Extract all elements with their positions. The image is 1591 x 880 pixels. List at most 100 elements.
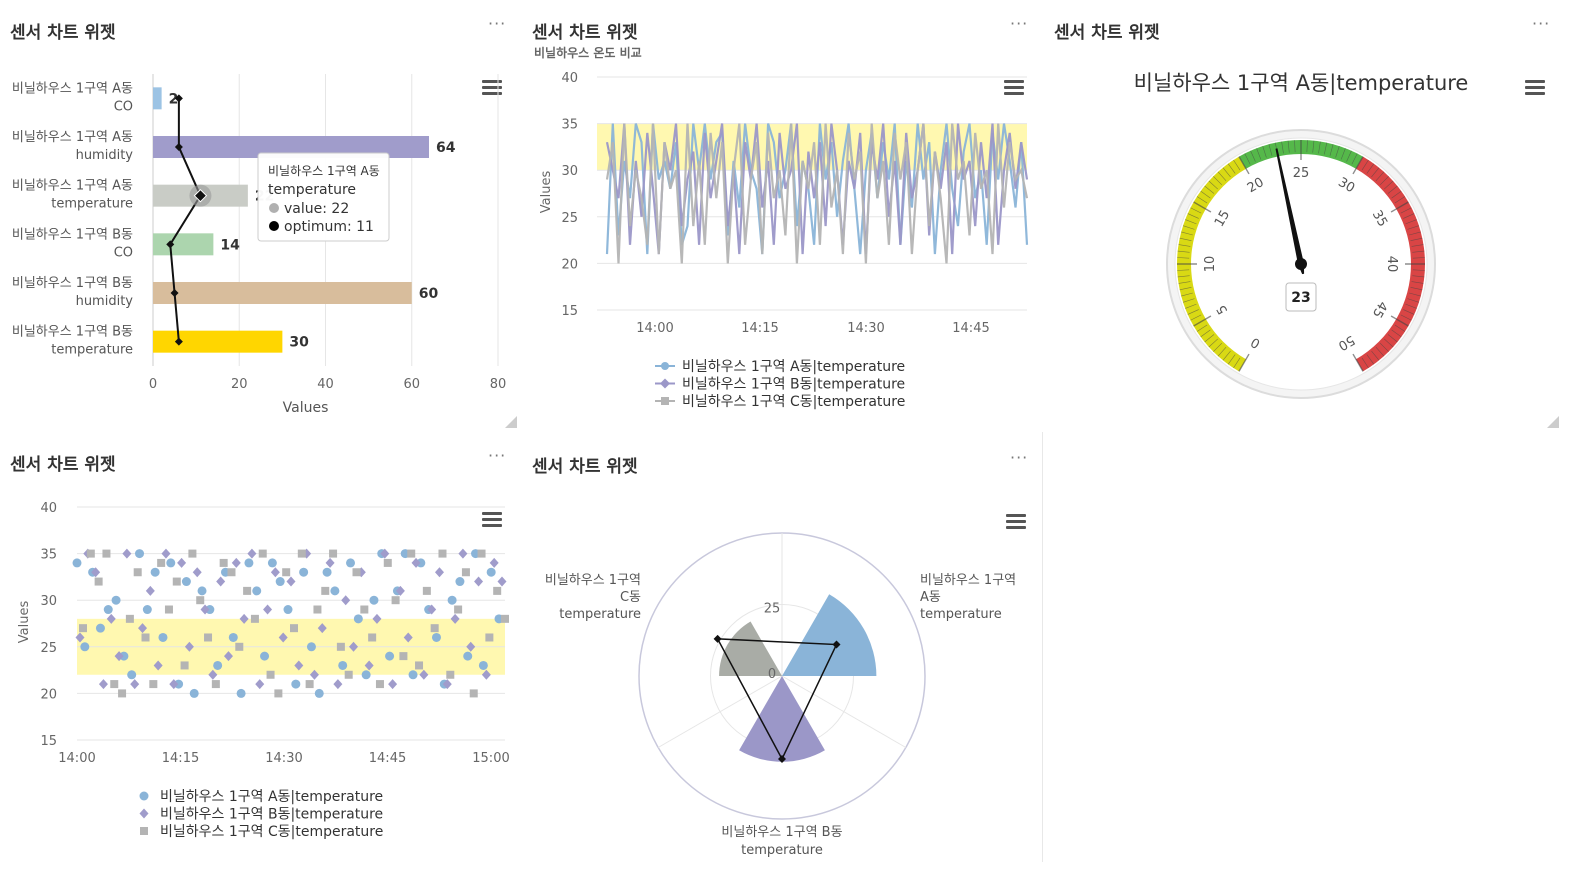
- scatter-point: [415, 661, 424, 670]
- scatter-point: [282, 568, 291, 577]
- scatter-point: [368, 633, 377, 642]
- category-label: 비닐하우스 1구역: [920, 573, 1016, 588]
- legend-marker: [660, 378, 670, 389]
- scatter-point: [141, 633, 150, 642]
- x-tick-label: 14:45: [369, 751, 406, 766]
- scatter-point: [493, 586, 502, 595]
- scatter-point: [125, 614, 134, 623]
- bar: [153, 233, 214, 256]
- scatter-point: [252, 586, 262, 596]
- tooltip-value-dot: [269, 203, 279, 213]
- scatter-point: [297, 549, 306, 558]
- scatter-point: [98, 679, 108, 690]
- category-label: temperature: [920, 607, 1002, 622]
- scatter-point: [86, 549, 95, 558]
- scatter-point: [79, 624, 87, 633]
- scatter-point: [338, 660, 348, 670]
- resize-handle[interactable]: [505, 416, 517, 428]
- legend-label: 비닐하우스 1구역 A동|temperature: [682, 359, 905, 375]
- scatter-point: [235, 642, 244, 651]
- bar: [153, 330, 283, 353]
- scatter-point: [142, 605, 152, 615]
- x-tick-label: 15:00: [472, 751, 509, 766]
- scatter-point: [102, 549, 111, 558]
- bar-data-label: 30: [289, 335, 309, 351]
- scatter-point: [497, 576, 507, 587]
- legend-marker: [140, 827, 148, 835]
- scatter-point: [388, 679, 398, 690]
- scatter-point: [478, 660, 488, 670]
- scatter-point: [189, 688, 199, 698]
- scatter-point: [353, 614, 363, 624]
- column-divider: [1042, 432, 1043, 862]
- tooltip-optimum: optimum: 11: [284, 219, 374, 235]
- legend-label: 비닐하우스 1구역 C동|temperature: [160, 824, 383, 840]
- scatter-point: [122, 548, 132, 559]
- scatter-point: [322, 567, 332, 577]
- scatter-point: [166, 558, 176, 568]
- polar-chart: 0 25 비닐하우스 1구역 A동 temperature 비닐하우스 1구역 B동 tem…: [545, 532, 1016, 858]
- scatter-point: [458, 548, 468, 559]
- gauge-tick-label: 40: [1384, 256, 1399, 273]
- gauge-pivot: [1295, 258, 1307, 270]
- category-label: 비닐하우스 1구역 A동: [12, 179, 133, 194]
- scatter-point: [407, 549, 416, 558]
- polar-bar: [739, 676, 825, 762]
- resize-handle[interactable]: [1547, 416, 1559, 428]
- y-tick-label: 25: [40, 641, 57, 656]
- y-axis-title: Values: [17, 601, 32, 644]
- gauge-value-label: 23: [1291, 290, 1310, 306]
- bar-data-label: 64: [436, 140, 456, 156]
- x-tick-label: 14:15: [162, 751, 199, 766]
- scatter-point: [228, 632, 238, 642]
- scatter-point: [333, 679, 343, 690]
- y-tick-label: 30: [561, 164, 578, 179]
- scatter-point: [181, 577, 191, 587]
- scatter-point: [236, 688, 246, 698]
- scatter-point: [196, 596, 205, 605]
- polar-bar: [782, 594, 877, 676]
- tooltip-optimum-dot: [269, 221, 279, 231]
- scatter-point: [145, 585, 155, 596]
- y-tick-label: 40: [561, 71, 578, 86]
- scatter-point: [172, 577, 181, 586]
- scatter-point: [180, 661, 189, 670]
- scatter-point: [369, 595, 379, 605]
- category-label: 비닐하우스 1구역 B동: [721, 825, 842, 840]
- scatter-point: [461, 568, 470, 577]
- scatter-point: [463, 651, 473, 661]
- optimum-marker: [713, 634, 722, 643]
- x-tick-label: 80: [490, 377, 507, 392]
- x-tick-label: 40: [317, 377, 334, 392]
- scatter-point: [243, 586, 252, 595]
- scatter-point: [314, 688, 324, 698]
- scatter-point: [385, 651, 395, 661]
- scatter-point: [216, 576, 226, 587]
- scatter-point: [430, 624, 439, 633]
- scatter-point: [299, 567, 309, 577]
- legend-label: 비닐하우스 1구역 B동|temperature: [160, 807, 383, 823]
- scatter-point: [275, 577, 285, 587]
- y-tick-label: 20: [561, 257, 578, 272]
- widget-sensor-scatter: 센서 차트 위젯 ··· 15 20 25 30 35 40 Values 14:00 14:1…: [0, 432, 520, 880]
- scatter-point: [330, 586, 340, 596]
- scatter-point: [111, 595, 121, 605]
- scatter-point: [485, 633, 494, 642]
- scatter-point: [375, 680, 384, 689]
- scatter-point: [267, 558, 277, 568]
- scatter-point: [408, 670, 418, 680]
- scatter-point: [474, 576, 484, 587]
- scatter-point: [325, 557, 335, 568]
- legend-label: 비닐하우스 1구역 C동|temperature: [682, 394, 905, 410]
- legend-label: 비닐하우스 1구역 B동|temperature: [682, 377, 905, 393]
- scatter-point: [391, 596, 400, 605]
- scatter-point: [446, 670, 455, 679]
- x-tick-label: 14:30: [847, 321, 884, 336]
- category-label: humidity: [76, 148, 134, 163]
- scatter-point: [383, 558, 392, 567]
- y-tick-label: 35: [40, 548, 57, 563]
- legend-marker: [139, 808, 149, 819]
- gauge-chart: 비닐하우스 1구역 A동|temperature0510152025303540…: [1134, 71, 1468, 399]
- scatter-point: [477, 549, 486, 558]
- scatter-point: [344, 670, 353, 679]
